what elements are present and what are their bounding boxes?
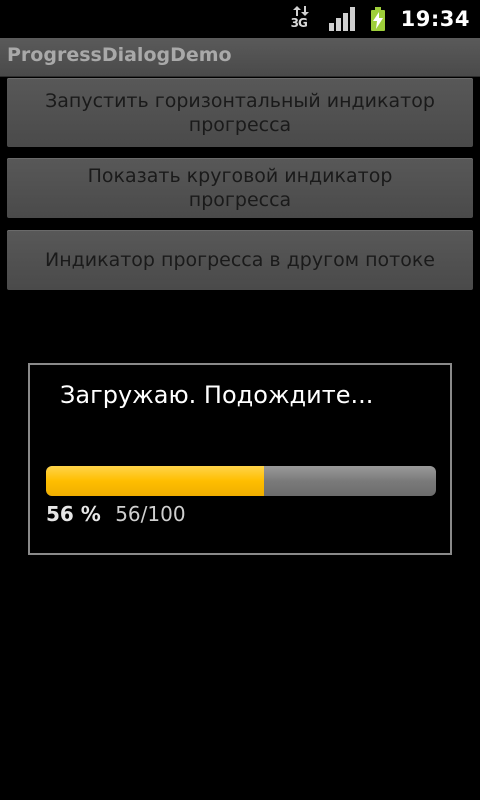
dialog-message: Загружаю. Подождите... [60,381,374,409]
signal-strength-icon [328,7,355,31]
data-transfer-icon: 3G [291,5,311,33]
battery-charging-icon [370,7,385,31]
progress-in-thread-button[interactable]: Индикатор прогресса в другом потоке [7,230,473,290]
progress-percent: 56 % [46,502,101,526]
title-bar: ProgressDialogDemo [0,38,480,77]
progress-count: 56/100 [115,502,186,526]
app-title: ProgressDialogDemo [7,44,232,66]
network-type-label: 3G [290,16,308,30]
progress-bar-fill [46,466,265,496]
status-bar: 3G 19:34 [0,0,480,38]
screen: 3G 19:34 ProgressDialogDemo Запустить го… [0,0,480,800]
progress-readout: 56 % 56/100 [46,502,186,526]
button-label: Индикатор прогресса в другом потоке [44,249,435,271]
show-circular-progress-button[interactable]: Показать круговой индикатор прогресса [7,158,473,218]
button-label: Запустить горизонтальный индикатор прогр… [45,89,435,136]
clock: 19:34 [400,7,470,31]
button-label: Показать круговой индикатор прогресса [87,165,393,211]
progress-bar [46,466,436,496]
status-icons: 3G 19:34 [291,4,470,34]
progress-dialog: Загружаю. Подождите... 56 % 56/100 [28,363,452,555]
start-horizontal-progress-button[interactable]: Запустить горизонтальный индикатор прогр… [7,78,473,147]
